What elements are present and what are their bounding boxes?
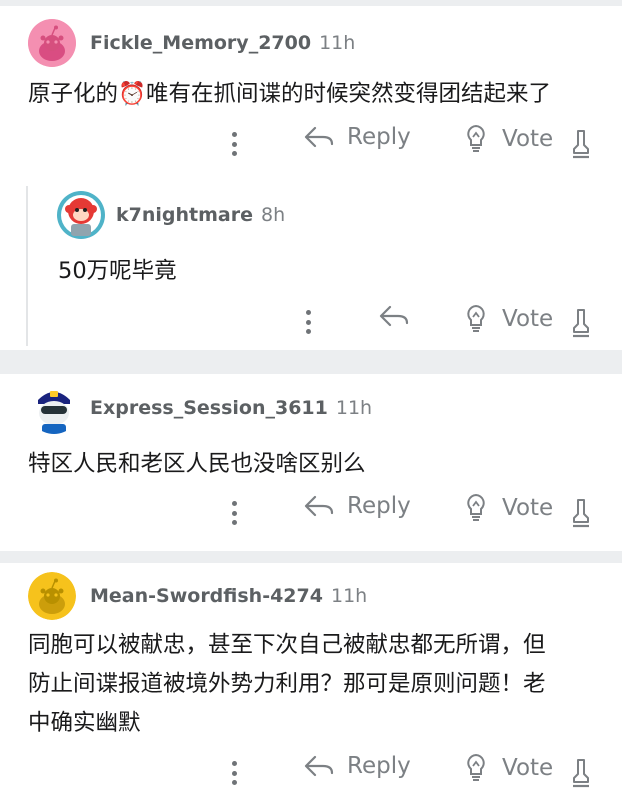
upvote-button[interactable]: Vote (466, 304, 553, 334)
thread-line (26, 186, 28, 346)
comment-body: 同胞可以被献忠，甚至下次自己被献忠都无所谓，但 防止间谍报道被境外势力利用？那可… (28, 626, 546, 743)
comment-line: 中确实幽默 (28, 710, 141, 736)
avatar[interactable] (56, 190, 106, 240)
more-options-icon[interactable] (222, 757, 246, 789)
reply-arrow-icon (379, 305, 409, 327)
comment-header: Express_Session_3611 11h (28, 382, 372, 434)
comment-thread: Fickle_Memory_2700 11h 原子化的⏰唯有在抓间谍的时候突然变… (0, 6, 622, 346)
timestamp: 11h (330, 585, 368, 607)
more-options-icon[interactable] (222, 128, 246, 160)
comment-line: 同胞可以被献忠，甚至下次自己被献忠都无所谓，但 (28, 632, 546, 658)
vote-label: Vote (502, 306, 554, 332)
vote-label: Vote (502, 126, 554, 152)
avatar[interactable] (28, 19, 76, 67)
username[interactable]: k7nightmare (116, 204, 253, 226)
upvote-bulb-icon (467, 753, 485, 781)
reply-button[interactable]: Reply (303, 493, 411, 519)
more-options-icon[interactable] (296, 306, 320, 338)
monkey-avatar-icon (57, 191, 105, 239)
comment-line: 防止间谍报道被境外势力利用？那可是原则问题！老 (28, 671, 546, 697)
comment-header: Mean-Swordfish-4274 11h (28, 572, 367, 620)
username[interactable]: Fickle_Memory_2700 (90, 32, 311, 54)
reply-arrow-icon (304, 755, 334, 777)
downvote-icon[interactable] (570, 758, 592, 788)
upvote-bulb-icon (467, 124, 485, 152)
reply-arrow-icon (304, 126, 334, 148)
avatar[interactable] (28, 382, 80, 434)
upvote-button[interactable]: Vote (466, 753, 553, 783)
upvote-bulb-icon (467, 493, 485, 521)
reply-button[interactable] (378, 304, 422, 328)
timestamp: 11h (319, 32, 356, 54)
reply-label: Reply (347, 124, 411, 150)
comment-body: 50万呢毕竟 (58, 258, 177, 284)
snoo-avatar-icon (28, 19, 76, 67)
upvote-button[interactable]: Vote (466, 124, 553, 154)
reply-label: Reply (347, 493, 411, 519)
downvote-icon[interactable] (570, 498, 592, 528)
vote-label: Vote (502, 755, 554, 781)
timestamp: 11h (335, 397, 373, 419)
reply-header: k7nightmare 8h (56, 190, 285, 240)
separator (0, 350, 622, 374)
snoo-avatar-icon (28, 572, 76, 620)
comment-body: 原子化的⏰唯有在抓间谍的时候突然变得团结起来了 (28, 81, 552, 107)
username[interactable]: Mean-Swordfish-4274 (90, 585, 323, 607)
more-options-icon[interactable] (222, 497, 246, 529)
username[interactable]: Express_Session_3611 (90, 397, 328, 419)
reply-label: Reply (347, 753, 411, 779)
avatar[interactable] (28, 572, 76, 620)
comment-thread: Express_Session_3611 11h 特区人民和老区人民也没啥区别么… (0, 374, 622, 551)
separator (0, 551, 622, 563)
comment-thread: Mean-Swordfish-4274 11h 同胞可以被献忠，甚至下次自己被献… (0, 563, 622, 805)
comment-body: 特区人民和老区人民也没啥区别么 (28, 451, 366, 477)
downvote-icon[interactable] (570, 129, 592, 159)
downvote-icon[interactable] (570, 308, 592, 338)
comment-header: Fickle_Memory_2700 11h (28, 19, 355, 67)
upvote-bulb-icon (467, 304, 485, 332)
upvote-button[interactable]: Vote (466, 493, 553, 523)
reply-arrow-icon (304, 495, 334, 517)
vote-label: Vote (502, 495, 554, 521)
reply-button[interactable]: Reply (303, 753, 411, 779)
reply-button[interactable]: Reply (303, 124, 411, 150)
timestamp: 8h (260, 204, 286, 226)
police-avatar-icon (28, 382, 80, 434)
